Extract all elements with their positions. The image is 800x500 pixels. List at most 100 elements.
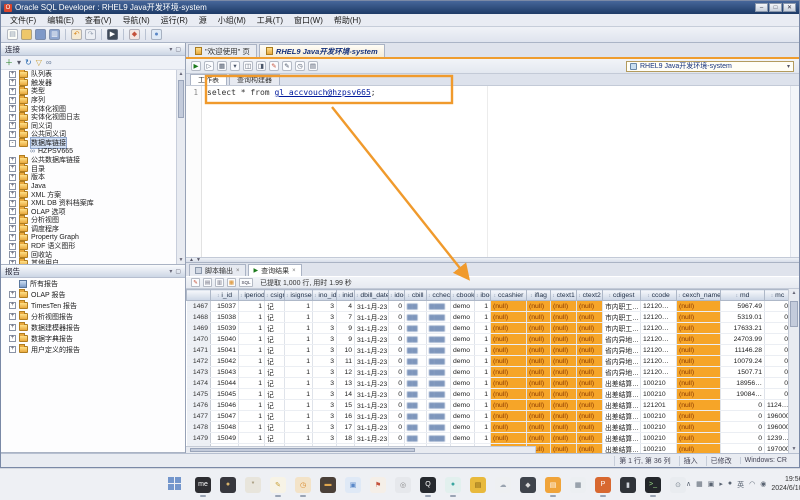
cell-mc[interactable]: 0: [765, 367, 791, 378]
run-icon[interactable]: ▶: [107, 29, 118, 40]
tray-icon-3[interactable]: ▸: [719, 480, 723, 490]
cell-iflag[interactable]: (null): [527, 367, 551, 378]
cell-md[interactable]: 10079.24: [721, 356, 765, 367]
cell-mc[interactable]: 0: [765, 378, 791, 389]
cell-idoc[interactable]: 0: [389, 411, 405, 422]
column-header-ccode[interactable]: ↕ ccode: [641, 290, 677, 301]
cell-isignseq[interactable]: 1: [285, 389, 313, 400]
cell-csign[interactable]: 记: [265, 367, 285, 378]
cell-cbook[interactable]: demo: [451, 422, 475, 433]
cell-cdigest[interactable]: 出差结算…: [603, 422, 641, 433]
cell-csign[interactable]: 记: [265, 422, 285, 433]
debug-icon[interactable]: ◆: [129, 29, 140, 40]
cell-iflag[interactable]: (null): [527, 345, 551, 356]
qq-app-icon[interactable]: Q: [420, 477, 436, 493]
cell-ccode[interactable]: 121201: [641, 400, 677, 411]
cell-cbill[interactable]: ▆▆: [405, 378, 427, 389]
tree-item-分析视图[interactable]: +分析视图: [1, 216, 185, 225]
cell-cbill[interactable]: ▆▆: [405, 301, 427, 312]
connections-scrollbar[interactable]: ▲▼: [176, 70, 185, 264]
cell-csign[interactable]: 记: [265, 356, 285, 367]
tree-expander-icon[interactable]: +: [9, 302, 16, 309]
cell-csign[interactable]: 记: [265, 411, 285, 422]
cell-i_id[interactable]: 15046: [211, 400, 239, 411]
tree-expander-icon[interactable]: +: [9, 234, 16, 241]
tree-item-所有报告[interactable]: 所有报告: [1, 278, 185, 289]
tree-expander-icon[interactable]: +: [9, 105, 16, 112]
export-icon[interactable]: ▥: [215, 278, 224, 287]
cell-ino_id[interactable]: 3: [313, 312, 337, 323]
cell-dbill_date[interactable]: 31-1月-23: [355, 378, 389, 389]
cell-ctext1[interactable]: (null): [551, 301, 577, 312]
cell-ccheck[interactable]: ▆▆▆: [427, 411, 451, 422]
cell-cbook[interactable]: demo: [451, 301, 475, 312]
cell-dbill_date[interactable]: 31-1月-23: [355, 345, 389, 356]
cell-cdigest[interactable]: 市内职工…: [603, 312, 641, 323]
cell-ctext1[interactable]: (null): [551, 323, 577, 334]
cell-iperiod[interactable]: 1: [239, 323, 265, 334]
cell-cexch_name[interactable]: (null): [677, 400, 721, 411]
cell-cexch_name[interactable]: (null): [677, 345, 721, 356]
cell-inid[interactable]: 16: [337, 411, 355, 422]
cell-ino_id[interactable]: 3: [313, 433, 337, 444]
cell-ibook[interactable]: 1: [475, 301, 491, 312]
row-number-cell[interactable]: 1469: [187, 323, 211, 334]
cell-inid[interactable]: 12: [337, 367, 355, 378]
column-header-ccheck[interactable]: ↕ ccheck: [427, 290, 451, 301]
cell-idoc[interactable]: 0: [389, 378, 405, 389]
cell-cexch_name[interactable]: (null): [677, 301, 721, 312]
tree-item-序列[interactable]: +序列: [1, 96, 185, 105]
cell-iflag[interactable]: (null): [527, 301, 551, 312]
column-header-idoc[interactable]: ↕ idoc: [389, 290, 405, 301]
cell-ccheck[interactable]: ▆▆▆: [427, 422, 451, 433]
column-header-i_id[interactable]: ↕ i_id: [211, 290, 239, 301]
cell-ctext2[interactable]: (null): [577, 411, 603, 422]
cell-ccheck[interactable]: ▆▆▆: [427, 345, 451, 356]
cell-ctext1[interactable]: (null): [551, 356, 577, 367]
cell-i_id[interactable]: 15048: [211, 422, 239, 433]
cell-ccode[interactable]: 12120…: [641, 367, 677, 378]
cell-inid[interactable]: 13: [337, 378, 355, 389]
cell-i_id[interactable]: 15049: [211, 433, 239, 444]
grid-icon[interactable]: ▤: [203, 278, 212, 287]
cell-ino_id[interactable]: 3: [313, 389, 337, 400]
cell-cbook[interactable]: demo: [451, 378, 475, 389]
cell-isignseq[interactable]: 1: [285, 334, 313, 345]
cell-ccheck[interactable]: ▆▆▆: [427, 312, 451, 323]
cell-cdigest[interactable]: 出差结算…: [603, 378, 641, 389]
cell-isignseq[interactable]: 1: [285, 422, 313, 433]
column-header-ibook[interactable]: ↕ ibook: [475, 290, 491, 301]
column-header-iflag[interactable]: ↕ iflag: [527, 290, 551, 301]
cell-i_id[interactable]: 15045: [211, 389, 239, 400]
cell-ibook[interactable]: 1: [475, 312, 491, 323]
cell-ctext1[interactable]: (null): [551, 312, 577, 323]
cell-cexch_name[interactable]: (null): [677, 312, 721, 323]
cell-ctext2[interactable]: (null): [577, 444, 603, 454]
cell-isignseq[interactable]: 1: [285, 312, 313, 323]
column-header-cdigest[interactable]: ↕ cdigest: [603, 290, 641, 301]
cell-cbook[interactable]: demo: [451, 312, 475, 323]
cell-inid[interactable]: 7: [337, 312, 355, 323]
cell-isignseq[interactable]: 1: [285, 301, 313, 312]
worksheet-tool-icon-2[interactable]: ▦: [217, 61, 227, 71]
cell-ccashier[interactable]: (null): [491, 334, 527, 345]
cell-i_id[interactable]: 15037: [211, 301, 239, 312]
tree-item-调度程序[interactable]: +调度程序: [1, 225, 185, 234]
cell-mc[interactable]: 1239…: [765, 433, 791, 444]
netdisk-app-icon[interactable]: ▤: [470, 477, 486, 493]
panel-menu-icon[interactable]: ▾: [169, 268, 172, 275]
menu-item[interactable]: 导航(N): [118, 15, 155, 26]
cell-md[interactable]: 19084…: [721, 389, 765, 400]
cell-md[interactable]: 24703.99: [721, 334, 765, 345]
cell-ino_id[interactable]: 3: [313, 356, 337, 367]
cell-ctext1[interactable]: (null): [551, 422, 577, 433]
tree-expander-icon[interactable]: +: [9, 225, 16, 232]
row-number-cell[interactable]: 1478: [187, 422, 211, 433]
cell-cbook[interactable]: demo: [451, 367, 475, 378]
tree-expander-icon[interactable]: +: [9, 165, 16, 172]
tree-item-公共数据库链接[interactable]: +公共数据库链接: [1, 156, 185, 165]
cell-ccheck[interactable]: ▆▆▆: [427, 378, 451, 389]
column-header-ctext2[interactable]: ↕ ctext2: [577, 290, 603, 301]
minimize-button[interactable]: –: [755, 3, 768, 12]
cell-ctext1[interactable]: (null): [551, 400, 577, 411]
